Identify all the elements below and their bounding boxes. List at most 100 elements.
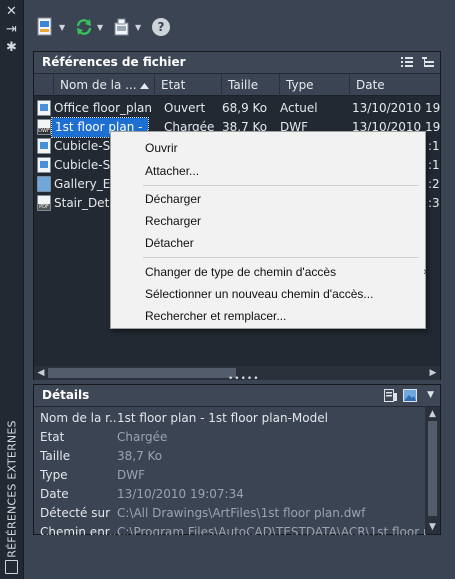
column-header-icon xyxy=(34,74,54,96)
close-icon[interactable]: ✕ xyxy=(3,3,20,20)
scroll-up-icon[interactable]: ▲ xyxy=(425,407,440,421)
change-path-button[interactable]: ▼ xyxy=(112,14,141,40)
file-date: :11 xyxy=(428,158,440,172)
detail-key: Etat xyxy=(40,430,65,444)
menu-item-select-new-path[interactable]: Sélectionner un nouveau chemin d'accès..… xyxy=(145,283,373,305)
file-status: Ouvert xyxy=(164,101,206,115)
dwg-file-icon xyxy=(37,157,51,173)
details-header: Détails ▼ xyxy=(34,385,440,406)
details-panel: Détails ▼ Nom de la r... 1st floor plan … xyxy=(33,384,441,535)
attach-dropdown-icon[interactable]: ▼ xyxy=(59,23,65,32)
file-name: Cubicle-St xyxy=(54,139,112,153)
palette-title: RÉFÉRENCES EXTERNES xyxy=(5,420,19,558)
panel-splitter-grip[interactable]: ••••• xyxy=(228,375,259,384)
detail-value: Chargée xyxy=(117,430,168,444)
scroll-down-icon[interactable]: ▼ xyxy=(425,520,440,534)
detail-key: Chemin enr... xyxy=(40,525,116,535)
scroll-left-icon[interactable]: ◀ xyxy=(34,366,48,380)
palette-clip-icon xyxy=(5,560,18,574)
refresh-icon xyxy=(76,19,92,35)
file-references-header: Références de fichier xyxy=(34,52,440,73)
file-date: :27 xyxy=(428,177,440,191)
attach-dwg-icon xyxy=(37,17,52,36)
file-date: :33 xyxy=(428,196,440,210)
menu-item-label: Changer de type de chemin d'accès xyxy=(145,265,337,279)
palette-side-strip: ✕ ⇥ ✱ RÉFÉRENCES EXTERNES xyxy=(0,0,24,579)
help-icon: ? xyxy=(152,18,170,36)
detail-key: Type xyxy=(40,468,68,482)
dwg-file-icon xyxy=(37,100,51,116)
file-type: Actuel xyxy=(280,101,318,115)
detail-value: 1st floor plan - 1st floor plan-Model xyxy=(117,411,328,425)
detail-key: Détecté sur xyxy=(40,506,111,520)
refresh-dropdown-icon[interactable]: ▼ xyxy=(97,23,103,32)
details-view-icon[interactable] xyxy=(384,389,398,402)
detail-key: Nom de la r... xyxy=(40,411,116,425)
list-view-icon[interactable] xyxy=(401,57,413,68)
refresh-button[interactable]: ▼ xyxy=(74,14,103,40)
properties-gear-icon[interactable]: ✱ xyxy=(3,39,20,56)
menu-separator xyxy=(143,185,419,186)
pdf-file-icon xyxy=(37,195,51,211)
vertical-scroll-thumb[interactable] xyxy=(428,421,437,516)
menu-item-detach[interactable]: Détacher xyxy=(145,232,194,254)
details-body: Nom de la r... 1st floor plan - 1st floo… xyxy=(34,407,440,535)
change-path-icon xyxy=(114,18,129,36)
column-header-size[interactable]: Taille xyxy=(222,74,280,96)
help-button[interactable]: ? xyxy=(152,14,170,40)
attach-dwg-button[interactable]: ▼ xyxy=(36,14,65,40)
detail-row: Type DWF xyxy=(40,466,426,485)
details-vertical-scrollbar[interactable]: ▲ ▼ xyxy=(425,407,440,534)
details-menu-chevron-icon[interactable]: ▼ xyxy=(427,385,434,406)
detail-row: Détecté sur C:\All Drawings\ArtFiles\1st… xyxy=(40,504,426,523)
menu-item-change-path-type[interactable]: Changer de type de chemin d'accès › xyxy=(145,261,427,283)
detail-value: C:\All Drawings\ArtFiles\1st floor plan.… xyxy=(117,506,366,520)
detail-value: 13/10/2010 19:07:34 xyxy=(117,487,244,501)
column-header-name[interactable]: Nom de la ... xyxy=(54,74,155,96)
tree-view-icon[interactable] xyxy=(422,57,434,68)
file-references-title: Références de fichier xyxy=(42,55,186,69)
menu-separator xyxy=(143,257,419,258)
menu-item-reload[interactable]: Recharger xyxy=(145,210,201,232)
dwf-file-icon xyxy=(37,119,51,135)
detail-key: Taille xyxy=(40,449,71,463)
detail-row: Chemin enr... C:\Program Files\AutoCAD\T… xyxy=(40,523,426,535)
file-name: Stair_Detai xyxy=(54,196,112,210)
detail-value: C:\Program Files\AutoCAD\TESTDATA\ACR\1s… xyxy=(117,525,426,535)
detail-value: 38,7 Ko xyxy=(117,449,163,463)
file-name: Cubicle-St xyxy=(54,158,112,172)
details-title: Détails xyxy=(42,388,90,402)
help-glyph: ? xyxy=(157,20,165,34)
menu-item-find-replace[interactable]: Rechercher et remplacer... xyxy=(145,305,286,327)
detail-row: Taille 38,7 Ko xyxy=(40,447,426,466)
file-name: Gallery_Ext xyxy=(54,177,112,191)
file-name: Office floor_plan xyxy=(54,101,152,115)
image-file-icon xyxy=(37,176,51,192)
column-header-type[interactable]: Type xyxy=(280,74,350,96)
column-header-status[interactable]: Etat xyxy=(155,74,222,96)
detail-key: Date xyxy=(40,487,69,501)
file-row[interactable]: Office floor_plan Ouvert 68,9 Ko Actuel … xyxy=(34,99,440,118)
dwg-file-icon xyxy=(37,138,51,154)
submenu-chevron-icon: › xyxy=(423,266,427,278)
sort-ascending-icon xyxy=(140,83,149,89)
preview-image-icon[interactable] xyxy=(403,389,418,402)
menu-item-open[interactable]: Ouvrir xyxy=(145,137,178,159)
file-size: 68,9 Ko xyxy=(222,101,268,115)
detail-row: Etat Chargée xyxy=(40,428,426,447)
detail-value: DWF xyxy=(117,468,146,482)
detail-row: Date 13/10/2010 19:07:34 xyxy=(40,485,426,504)
change-path-dropdown-icon[interactable]: ▼ xyxy=(135,23,141,32)
file-date: :11 xyxy=(428,139,440,153)
scroll-right-icon[interactable]: ▶ xyxy=(426,366,440,380)
file-date: 13/10/2010 19:07: xyxy=(352,101,440,115)
auto-hide-icon[interactable]: ⇥ xyxy=(3,21,20,38)
column-header-date[interactable]: Date xyxy=(350,74,442,96)
file-list-column-headers: Nom de la ... Etat Taille Type Date xyxy=(34,74,440,96)
context-menu: Ouvrir Attacher... Décharger Recharger D… xyxy=(110,131,427,329)
toolbar: ▼ ▼ ▼ ? xyxy=(24,12,444,42)
detail-row: Nom de la r... 1st floor plan - 1st floo… xyxy=(40,409,426,428)
menu-item-unload[interactable]: Décharger xyxy=(145,188,201,210)
menu-item-attach[interactable]: Attacher... xyxy=(145,160,199,182)
horizontal-scroll-thumb[interactable] xyxy=(48,368,236,378)
